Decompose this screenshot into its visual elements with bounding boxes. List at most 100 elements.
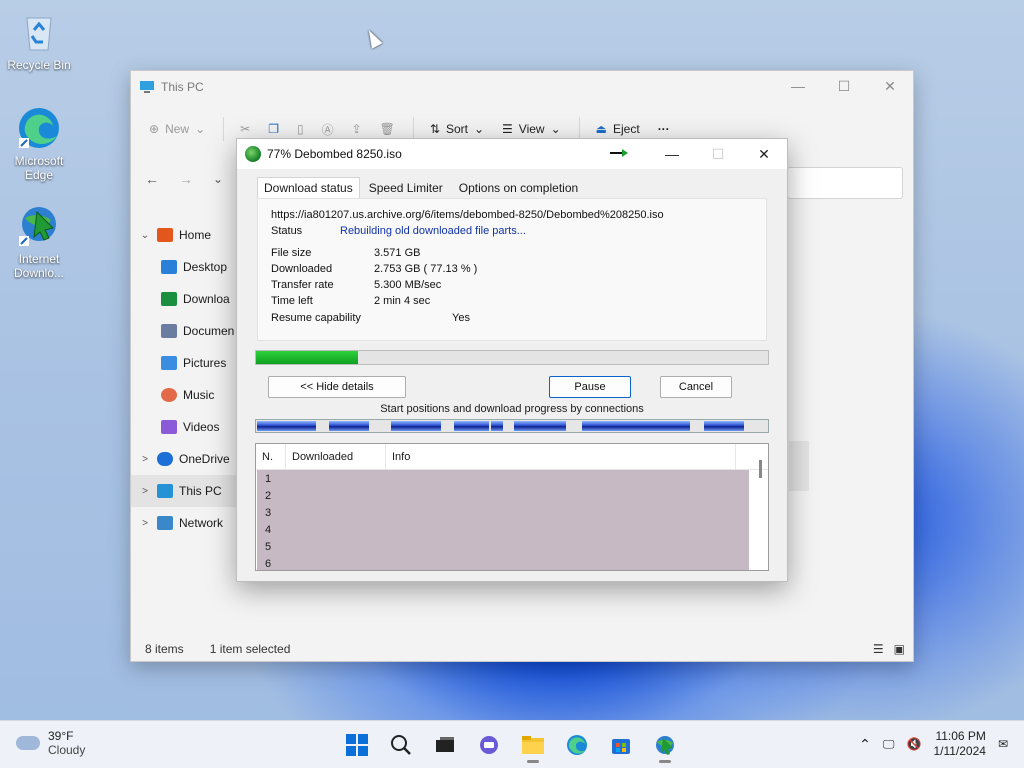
maximize-button: ☐ [711,145,725,162]
search-icon[interactable] [386,731,416,759]
scrollbar-thumb[interactable] [759,460,762,478]
sidebar-item-downloads[interactable]: Downloa [131,283,241,315]
sidebar-item-desktop[interactable]: Desktop [131,251,241,283]
cancel-button[interactable]: Cancel [660,376,732,398]
table-row[interactable]: 6 [257,555,749,570]
connection-segment [514,421,566,431]
copy-button[interactable]: ❐ [268,122,279,136]
sidebar-item-music[interactable]: Music [131,379,241,411]
minimize-button[interactable]: — [649,139,695,169]
cut-button[interactable]: ✂ [240,122,250,136]
mouse-cursor-icon [363,27,383,49]
idm-tabs: Download status Speed Limiter Options on… [257,177,587,199]
clock[interactable]: 11:06 PM 1/11/2024 [933,729,986,759]
downloaded-row: Downloaded 2.753 GB ( 77.13 % ) [271,263,478,275]
chevron-up-icon[interactable]: ⌃ [859,736,871,753]
share-button[interactable]: ⇪ [352,122,362,136]
table-row[interactable]: 2 [257,487,749,504]
pc-icon [140,81,154,93]
details-view-icon[interactable]: ☰ [873,642,884,656]
chevron-down-icon: ⌄ [473,122,485,136]
chevron-down-icon: ⌄ [550,122,561,136]
desktop-icon [161,260,177,274]
sidebar-item-onedrive[interactable]: > OneDrive [131,443,241,475]
back-arrow-icon[interactable]: ← [145,171,159,187]
file-size-row: File size 3.571 GB [271,247,421,259]
task-view-icon[interactable] [430,731,460,759]
download-icon [161,292,177,306]
forward-arrow-icon[interactable]: → [179,171,193,187]
chat-icon[interactable] [474,731,504,759]
chevron-down-icon[interactable]: ⌄ [213,172,223,186]
more-options-button[interactable]: ··· [658,122,670,136]
progress-fill [256,351,359,364]
status-value: Rebuilding old downloaded file parts... [340,225,526,237]
sidebar-item-this-pc[interactable]: > This PC [131,475,241,507]
view-button[interactable]: ☰ View ⌄ [502,122,561,136]
sort-button[interactable]: ⇅ Sort ⌄ [430,122,484,136]
document-icon [161,324,177,338]
selected-drive-row[interactable] [789,441,809,491]
paste-button[interactable]: ▯ [297,122,304,136]
tab-speed-limiter[interactable]: Speed Limiter [362,177,450,199]
file-explorer-icon[interactable] [518,731,548,763]
tab-download-status[interactable]: Download status [257,177,360,199]
desktop-icon-label: Recycle Bin [7,58,71,72]
hide-details-button[interactable]: << Hide details [268,376,406,398]
sidebar-item-home[interactable]: ⌄ Home [131,219,241,251]
desktop-icon-edge[interactable]: Microsoft Edge [1,106,77,182]
weather-widget[interactable]: 39°F Cloudy [16,729,85,757]
desktop-icon-recycle-bin[interactable]: Recycle Bin [1,10,77,72]
rename-button[interactable]: Ⓐ [322,121,334,138]
network-icon[interactable]: 🖵 [883,737,895,752]
share-icon: ⇪ [351,122,362,136]
address-bar[interactable] [787,167,903,199]
idm-taskbar-icon[interactable] [650,731,680,763]
sidebar-item-network[interactable]: > Network [131,507,241,539]
connection-segment [329,421,369,431]
edge-icon[interactable] [562,731,592,759]
desktop-icon-idm[interactable]: Internet Downlo... [1,204,77,280]
eject-button[interactable]: ⏏ Eject [596,122,640,136]
download-progress-bar [255,350,769,365]
sidebar-item-videos[interactable]: Videos [131,411,241,443]
table-row[interactable]: 5 [257,538,749,555]
resume-capability-row: Resume capability Yes [271,312,470,324]
view-icon: ☰ [502,122,513,136]
close-button[interactable]: ✕ [741,139,787,169]
table-row[interactable]: 3 [257,504,749,521]
table-row[interactable]: 4 [257,521,749,538]
notification-icon[interactable]: ✉ [998,737,1008,751]
navigation-pane: ⌄ Home Desktop Downloa Documen Pictures M… [131,219,241,539]
close-button[interactable]: ✕ [867,71,913,101]
network-icon [157,516,173,530]
delete-button[interactable]: 🗑 [380,122,395,136]
volume-muted-icon[interactable]: 🔇 [906,737,921,751]
desktop-icon-label: Internet Downlo... [13,252,65,280]
pause-button[interactable]: Pause [549,376,631,398]
clipboard-icon: ▯ [296,122,304,136]
idm-download-dialog: 77% Debombed 8250.iso — ☐ ✕ Download sta… [236,138,788,582]
maximize-button[interactable]: ☐ [821,71,867,101]
status-row: Status Rebuilding old downloaded file pa… [271,225,526,237]
tab-options-on-completion[interactable]: Options on completion [452,177,585,199]
sidebar-item-documents[interactable]: Documen [131,315,241,347]
eject-icon: ⏏ [595,122,607,136]
clock-time: 11:06 PM [935,729,986,743]
music-icon [161,388,177,402]
idm-logo-icon [245,146,261,162]
taskbar-apps [342,731,680,763]
store-icon[interactable] [606,731,636,759]
start-icon[interactable] [342,731,372,759]
table-row[interactable]: 1 [257,470,749,487]
column-header-n[interactable]: N. [256,444,286,469]
download-url: https://ia801207.us.archive.org/6/items/… [271,209,664,221]
new-button[interactable]: ⊕ New ⌄ [149,122,205,136]
edge-icon [17,106,61,150]
sidebar-item-pictures[interactable]: Pictures [131,347,241,379]
minimize-button[interactable]: — [775,71,821,101]
column-header-downloaded[interactable]: Downloaded [286,444,386,469]
column-header-info[interactable]: Info [386,444,736,469]
rename-icon: Ⓐ [321,122,334,137]
tiles-view-icon[interactable]: ▣ [894,642,905,656]
